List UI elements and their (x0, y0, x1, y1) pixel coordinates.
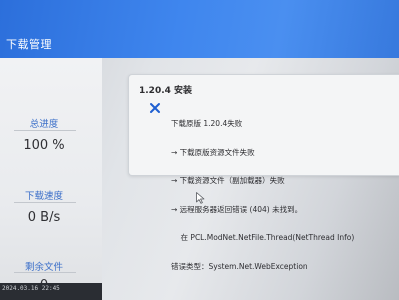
divider (14, 202, 76, 203)
error-line: → 下载资源文件（副加载器）失败 (171, 176, 285, 185)
download-speed-value: 0 B/s (27, 210, 61, 225)
error-message: 下载原版 1.20.4失败 → 下载原版资源文件失败 → 下载资源文件（副加载器… (171, 100, 399, 290)
total-progress-label: 总进度 (29, 119, 59, 130)
window-title: 下载管理 (6, 38, 52, 51)
error-line: → 远程服务器返回错误 (404) 未找到。 (171, 204, 303, 214)
divider (14, 130, 76, 131)
remaining-files-label: 剩余文件 (24, 262, 63, 273)
error-line: 下载原版 1.20.4失败 (171, 119, 243, 128)
task-title: 1.20.4 安装 (139, 86, 193, 96)
download-speed-label: 下载速度 (24, 191, 63, 202)
stats-sidebar: 总进度 100 % 下载速度 0 B/s 剩余文件 0 (0, 58, 102, 300)
error-line: 错误类型：System.Net.WebException (171, 261, 308, 271)
total-progress-value: 100 % (23, 138, 65, 153)
close-icon[interactable] (149, 102, 161, 114)
taskbar-clock: 2024.03.16 22:45 (0, 283, 102, 300)
error-line: → 下载原版资源文件失败 (171, 147, 255, 157)
install-task-card[interactable]: 1.20.4 安装 下载原版 1.20.4失败 → 下载原版资源文件失败 → 下… (128, 74, 399, 271)
divider (14, 272, 76, 273)
taskbar-datetime: 2024.03.16 22:45 (2, 285, 60, 292)
mouse-cursor-icon (196, 192, 205, 204)
download-manager-window: 下载管理 总进度 100 % 下载速度 0 B/s 剩余文件 0 1.20.4 … (0, 0, 399, 300)
error-line: 在 PCL.ModNet.NetFile.Thread(NetThread In… (171, 233, 355, 242)
title-bar: 下载管理 (0, 0, 399, 58)
